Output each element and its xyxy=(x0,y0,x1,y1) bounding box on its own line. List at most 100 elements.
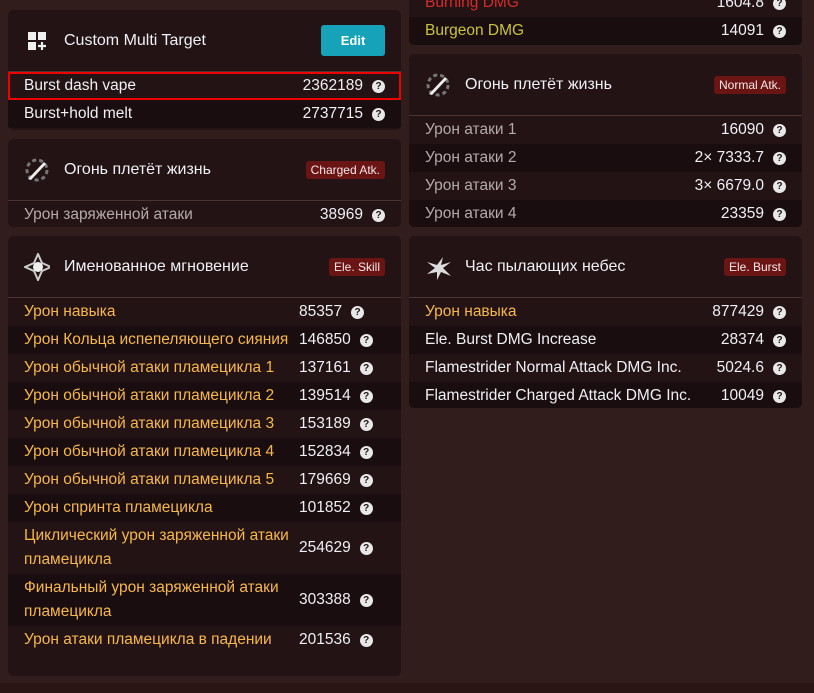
stat-value: 14091 xyxy=(720,22,764,39)
stat-row: Урон спринта пламецикла 101852 ? xyxy=(8,494,401,522)
stat-row: Flamestrider Normal Attack DMG Inc. 5024… xyxy=(409,354,802,382)
attack-type-badge: Normal Atk. xyxy=(713,75,786,94)
help-icon[interactable]: ? xyxy=(359,445,373,459)
card-title: Custom Multi Target xyxy=(64,31,206,49)
help-icon[interactable]: ? xyxy=(773,24,786,38)
help-icon[interactable]: ? xyxy=(359,417,373,431)
stat-label: Burning DMG xyxy=(425,0,519,11)
help-icon[interactable]: ? xyxy=(372,79,385,93)
stat-label: Урон обычной атаки пламецикла 3 xyxy=(24,415,275,432)
stat-row: Burst+hold melt 2737715 ? xyxy=(8,100,401,128)
card-header: Час пылающих небес Ele. Burst xyxy=(409,236,802,298)
stat-value: 101852 xyxy=(299,499,351,516)
stat-row: Урон обычной атаки пламецикла 2 139514 ? xyxy=(8,382,401,410)
stat-value: 146850 xyxy=(299,331,351,348)
card-header: Огонь плетёт жизнь Charged Atk. xyxy=(8,139,401,201)
stat-row: Урон атаки 1 16090 ? xyxy=(409,116,802,144)
stat-value: 201536 xyxy=(299,631,351,648)
normal-attack-card: Огонь плетёт жизнь Normal Atk. Урон атаки… xyxy=(409,54,802,227)
help-icon[interactable]: ? xyxy=(773,305,786,319)
help-icon[interactable]: ? xyxy=(359,473,373,487)
card-title: Именованное мгновение xyxy=(64,257,249,275)
stat-value: 16090 xyxy=(720,121,764,138)
help-icon[interactable]: ? xyxy=(773,0,786,10)
card-header: Именованное мгновение Ele. Skill xyxy=(8,236,401,298)
stat-row: Урон навыка 85357 ? xyxy=(8,298,401,326)
help-icon[interactable]: ? xyxy=(359,593,373,607)
stat-row: Урон навыка 877429 ? xyxy=(409,298,802,326)
card-title: Огонь плетёт жизнь xyxy=(465,75,612,93)
stat-value: 28374 xyxy=(720,331,764,348)
stat-label: Урон обычной атаки пламецикла 4 xyxy=(24,443,275,460)
stat-value: 137161 xyxy=(299,359,351,376)
bottom-bar xyxy=(0,683,814,693)
stat-label: Циклический урон заряженной атаки пламец… xyxy=(24,527,289,568)
stat-row: Burgeon DMG 14091 ? xyxy=(409,17,802,45)
help-icon[interactable]: ? xyxy=(359,501,373,515)
reactions-card: Burning DMG 1604.8 ? Burgeon DMG 14091 ? xyxy=(409,0,802,45)
stat-label: Урон обычной атаки пламецикла 1 xyxy=(24,359,275,376)
stat-row: Урон атаки 2 2× 7333.7 ? xyxy=(409,144,802,172)
stat-value: 153189 xyxy=(299,415,351,432)
help-icon[interactable]: ? xyxy=(372,208,385,222)
help-icon[interactable]: ? xyxy=(359,389,373,403)
custom-multi-target-card: Custom Multi Target Edit Burst dash vape… xyxy=(8,10,401,130)
stat-label: Burst dash vape xyxy=(24,77,137,94)
help-icon[interactable]: ? xyxy=(359,633,373,647)
charged-attack-card: Огонь плетёт жизнь Charged Atk. Урон заря… xyxy=(8,139,401,227)
stat-label: Flamestrider Normal Attack DMG Inc. xyxy=(425,359,682,376)
stat-label: Урон обычной атаки пламецикла 2 xyxy=(24,387,275,404)
stat-label: Burgeon DMG xyxy=(425,22,525,39)
stat-row: Урон атаки пламецикла в падении 201536 ? xyxy=(8,626,401,654)
stat-value: 1604.8 xyxy=(716,0,764,11)
help-icon[interactable]: ? xyxy=(773,123,786,137)
stat-label: Урон обычной атаки пламецикла 5 xyxy=(24,471,275,488)
stat-label: Flamestrider Charged Attack DMG Inc. xyxy=(425,387,692,404)
help-icon[interactable]: ? xyxy=(773,207,786,221)
stat-row: Урон обычной атаки пламецикла 3 153189 ? xyxy=(8,410,401,438)
help-icon[interactable]: ? xyxy=(359,361,373,375)
attack-type-badge: Charged Atk. xyxy=(305,160,385,179)
help-icon[interactable]: ? xyxy=(773,151,786,165)
ele-skill-card: Именованное мгновение Ele. Skill Урон нав… xyxy=(8,236,401,676)
stat-row: Урон Кольца испепеляющего сияния 146850 … xyxy=(8,326,401,354)
stat-row: Flamestrider Charged Attack DMG Inc. 100… xyxy=(409,382,802,408)
help-icon[interactable]: ? xyxy=(351,305,365,319)
help-icon[interactable]: ? xyxy=(773,361,786,375)
stat-value: 2737715 xyxy=(302,105,363,122)
stat-value: 303388 xyxy=(299,591,351,608)
stat-label: Урон атаки пламецикла в падении xyxy=(24,631,272,648)
help-icon[interactable]: ? xyxy=(773,389,786,403)
stat-label: Burst+hold melt xyxy=(24,105,133,122)
help-icon[interactable]: ? xyxy=(359,541,373,555)
card-title: Огонь плетёт жизнь xyxy=(64,160,211,178)
stat-label: Урон атаки 2 xyxy=(425,149,517,166)
stat-label: Ele. Burst DMG Increase xyxy=(425,331,597,348)
attack-type-badge: Ele. Skill xyxy=(328,257,385,276)
edit-button[interactable]: Edit xyxy=(321,25,385,56)
stat-value: 23359 xyxy=(720,205,764,222)
stat-label: Финальный урон заряженной атаки пламецик… xyxy=(24,579,279,620)
stat-value: 38969 xyxy=(319,206,363,223)
stat-value: 2× 7333.7 xyxy=(694,149,764,166)
stat-label: Урон навыка xyxy=(24,303,116,320)
stat-value: 85357 xyxy=(299,303,343,320)
help-icon[interactable]: ? xyxy=(773,333,786,347)
stat-label: Урон атаки 1 xyxy=(425,121,517,138)
stat-value: 139514 xyxy=(299,387,351,404)
help-icon[interactable]: ? xyxy=(359,333,373,347)
compass-star-icon xyxy=(24,252,50,281)
burst-emblem-icon xyxy=(425,254,451,280)
stat-value: 179669 xyxy=(299,471,351,488)
attack-type-badge: Ele. Burst xyxy=(723,257,786,276)
sword-icon xyxy=(425,72,451,98)
stat-value: 10049 xyxy=(720,387,764,404)
grid-plus-icon xyxy=(24,28,50,54)
card-title: Час пылающих небес xyxy=(465,257,626,275)
stat-row: Урон обычной атаки пламецикла 1 137161 ? xyxy=(8,354,401,382)
help-icon[interactable]: ? xyxy=(372,107,385,121)
stat-label: Урон навыка xyxy=(425,303,517,320)
help-icon[interactable]: ? xyxy=(773,179,786,193)
card-header: Custom Multi Target Edit xyxy=(8,10,401,72)
stat-row: Циклический урон заряженной атаки пламец… xyxy=(8,522,401,574)
